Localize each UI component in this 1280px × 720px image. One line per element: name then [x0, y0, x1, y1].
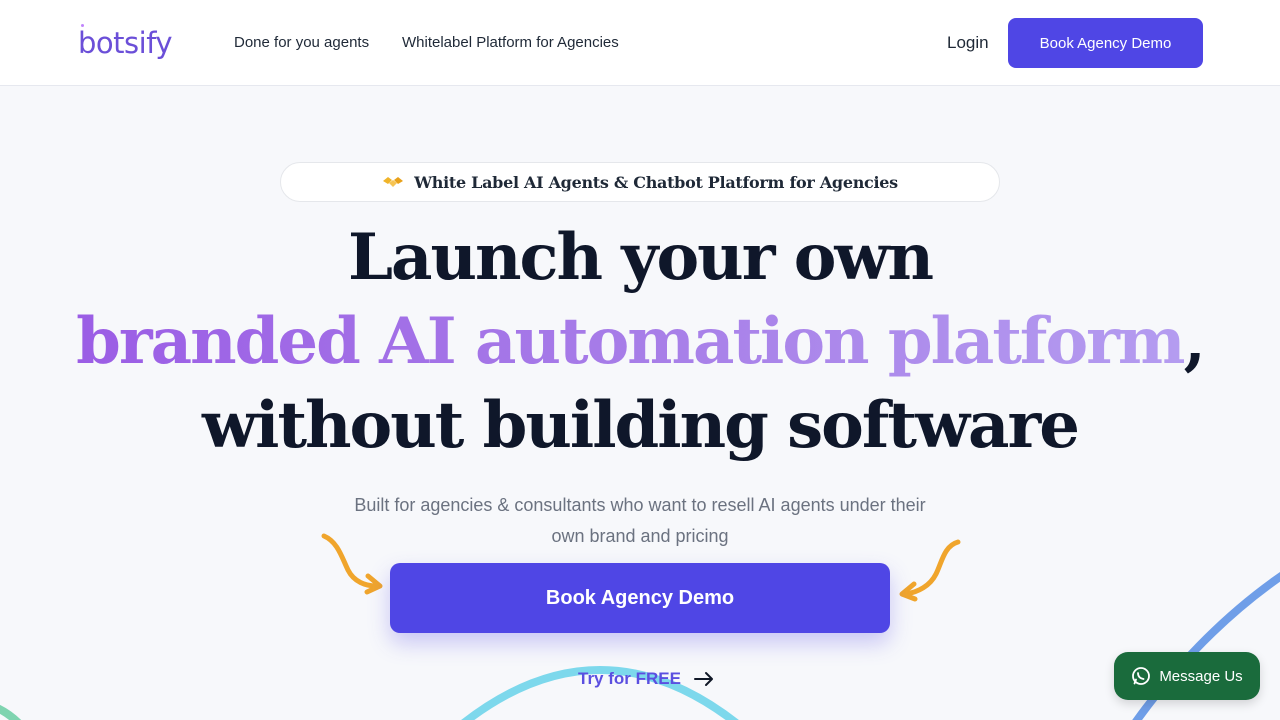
- headline-comma: ,: [1183, 304, 1206, 379]
- botsify-logo[interactable]: botsify: [78, 26, 173, 60]
- headline-line-2: branded AI automation platform,: [0, 300, 1280, 384]
- curved-arrow-icon: [899, 539, 961, 602]
- headline-line-1: Launch your own: [347, 220, 934, 295]
- header-book-demo-button[interactable]: Book Agency Demo: [1008, 18, 1203, 68]
- whatsapp-label: Message Us: [1159, 667, 1243, 685]
- try-free-link[interactable]: Try for FREE: [578, 666, 715, 692]
- site-header: botsify Done for you agents Whitelabel P…: [0, 0, 1280, 86]
- hero-subtitle: Built for agencies & consultants who wan…: [354, 495, 926, 546]
- nav-done-for-you-agents[interactable]: Done for you agents: [234, 33, 369, 53]
- arrow-right-icon: [693, 672, 713, 686]
- login-link[interactable]: Login: [947, 32, 989, 54]
- hero-badge: White Label AI Agents & Chatbot Platform…: [280, 162, 1000, 202]
- curved-arrow-icon: [321, 533, 383, 595]
- whatsapp-icon: [1132, 667, 1151, 685]
- headline-highlight: branded AI automation platform: [76, 304, 1185, 379]
- hero-badge-text: White Label AI Agents & Chatbot Platform…: [414, 172, 898, 192]
- headline-line-3: without building software: [202, 388, 1080, 463]
- hero-book-demo-button[interactable]: Book Agency Demo: [390, 563, 890, 633]
- nav-whitelabel-platform[interactable]: Whitelabel Platform for Agencies: [402, 33, 619, 53]
- whatsapp-message-button[interactable]: Message Us: [1114, 652, 1260, 700]
- try-free-label: Try for FREE: [578, 669, 681, 688]
- handshake-icon: [383, 177, 404, 187]
